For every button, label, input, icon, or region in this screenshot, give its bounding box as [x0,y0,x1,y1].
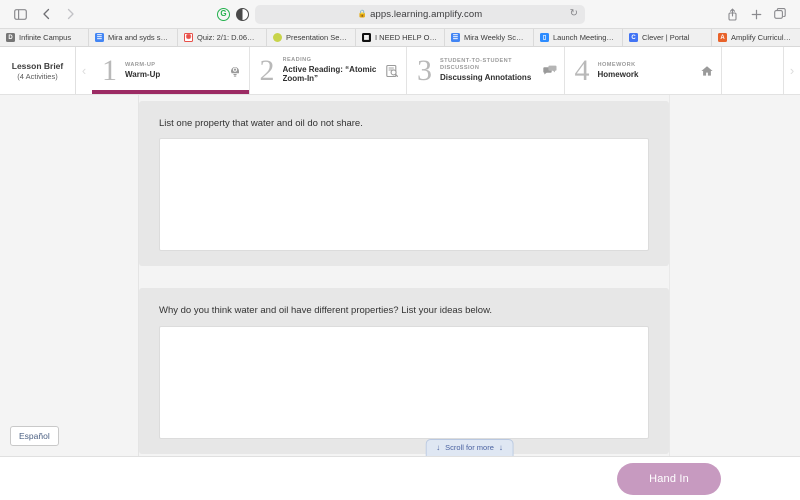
home-icon [699,63,715,79]
lock-icon: 🔒 [358,10,367,18]
lesson-brief-subtitle: (4 Activities) [17,72,57,81]
favicon-presentation [273,33,282,42]
answer-input-2[interactable] [159,326,649,439]
activity-title: Active Reading: “Atomic Zoom-In” [283,65,381,85]
scroll-down-arrow-left: ↓ [436,444,440,452]
lightbulb-head-icon [227,63,243,79]
question-card: List one property that water and oil do … [139,101,669,266]
bookmark-tab[interactable]: ▦ I NEED HELP O… [356,29,445,46]
bookmark-tab[interactable]: ▯ Launch Meeting… [534,29,623,46]
question-prompt: Why do you think water and oil have diff… [159,305,649,317]
back-arrow-icon[interactable] [35,4,57,24]
bookmark-label: Mira Weekly Sc… [464,33,523,42]
activity-number: 4 [575,56,590,86]
favicon-help-doc: ▦ [362,33,371,42]
workspace: Español List one property that water and… [0,95,800,456]
bookmark-label: Mira and syds s… [108,33,168,42]
bookmark-tab[interactable]: ✺ Quiz: 2/1: D.06… [178,29,267,46]
lesson-brief-title: Lesson Brief [12,61,64,71]
activity-kicker: STUDENT-TO-STUDENT DISCUSSION [440,58,538,72]
lesson-navigation-bar: Lesson Brief (4 Activities) ‹ 1 WARM-UP … [0,47,800,95]
nav-next-arrow[interactable]: › [784,47,800,94]
speech-bubbles-icon [542,63,558,79]
bookmark-label: Launch Meeting… [553,33,614,42]
nav-arrows [35,4,81,24]
activity-kicker: WARM-UP [125,62,223,69]
plus-icon[interactable] [745,4,767,24]
bookmarks-bar: D Infinite Campus ☰ Mira and syds s… ✺ Q… [0,28,800,46]
forward-arrow-icon[interactable] [59,4,81,24]
browser-toolbar: G 🔒 apps.learning.amplify.com ↻ [0,0,800,28]
question-prompt: List one property that water and oil do … [159,118,649,130]
right-rail [669,95,800,456]
bookmark-label: Amplify Curricul… [731,33,791,42]
bookmark-label: I NEED HELP O… [375,33,437,42]
sidebar-toggle-icon[interactable] [9,4,31,24]
bookmark-tab[interactable]: A Amplify Curricul… [712,29,800,46]
activity-title: Warm-Up [125,70,223,80]
activity-kicker: READING [283,57,381,64]
url-text: apps.learning.amplify.com [370,9,482,20]
browser-window: G 🔒 apps.learning.amplify.com ↻ [0,0,800,500]
activity-list: 1 WARM-UP Warm-Up 2 [92,47,722,94]
document-magnifier-icon [384,63,400,79]
activity-title: Homework [598,70,696,80]
activity-tab-discussion[interactable]: 3 STUDENT-TO-STUDENT DISCUSSION Discussi… [407,47,565,94]
hand-in-button[interactable]: Hand In [617,463,721,495]
activity-tab-warm-up[interactable]: 1 WARM-UP Warm-Up [92,47,250,94]
bookmark-tab[interactable]: Presentation Se… [267,29,356,46]
question-cards: List one property that water and oil do … [139,95,669,454]
activity-kicker: HOMEWORK [598,62,696,69]
favicon-clever: C [629,33,638,42]
reader-contrast-icon[interactable] [236,8,249,21]
scroll-for-more-label: Scroll for more [445,443,494,452]
favicon-amplify: A [718,33,727,42]
activity-tab-reading[interactable]: 2 READING Active Reading: “Atomic Zoom-I… [250,47,408,94]
activity-content: List one property that water and oil do … [139,95,800,456]
footer-bar: Hand In [0,456,800,500]
nav-prev-arrow[interactable]: ‹ [76,47,92,94]
bookmark-label: Clever | Portal [642,33,689,42]
scroll-down-arrow-right: ↓ [499,444,503,452]
grammarly-extension-icon[interactable]: G [217,8,230,21]
tabs-overview-icon[interactable] [769,4,791,24]
toolbar-right-icons [721,4,791,24]
activity-number: 2 [260,56,275,86]
activity-tab-homework[interactable]: 4 HOMEWORK Homework [565,47,723,94]
reload-icon[interactable]: ↻ [570,9,578,19]
share-icon[interactable] [721,4,743,24]
bookmark-label: Presentation Se… [286,33,347,42]
browser-chrome: G 🔒 apps.learning.amplify.com ↻ [0,0,800,47]
favicon-quiz: ✺ [184,33,193,42]
nav-trailing-spacer [722,47,784,94]
address-bar[interactable]: 🔒 apps.learning.amplify.com ↻ [255,5,585,24]
bookmark-tab[interactable]: ☰ Mira and syds s… [89,29,178,46]
bookmark-label: Quiz: 2/1: D.06… [197,33,255,42]
favicon-google-docs: ☰ [95,33,104,42]
bookmark-label: Infinite Campus [19,33,71,42]
bookmark-tab[interactable]: C Clever | Portal [623,29,712,46]
answer-input-1[interactable] [159,138,649,251]
favicon-zoom: ▯ [540,33,549,42]
left-rail: Español [0,95,139,456]
extension-icons: G [217,8,249,21]
activity-number: 1 [102,56,117,86]
favicon-google-docs-2: ☰ [451,33,460,42]
favicon-infinite-campus: D [6,33,15,42]
activity-title: Discussing Annotations [440,73,538,83]
question-card: Why do you think water and oil have diff… [139,288,669,453]
bookmark-tab[interactable]: ☰ Mira Weekly Sc… [445,29,534,46]
lesson-brief-button[interactable]: Lesson Brief (4 Activities) [0,47,76,94]
bookmark-tab[interactable]: D Infinite Campus [0,29,89,46]
scroll-for-more-button[interactable]: ↓ Scroll for more ↓ [425,439,514,456]
espanol-button[interactable]: Español [10,426,59,446]
activity-number: 3 [417,56,432,86]
